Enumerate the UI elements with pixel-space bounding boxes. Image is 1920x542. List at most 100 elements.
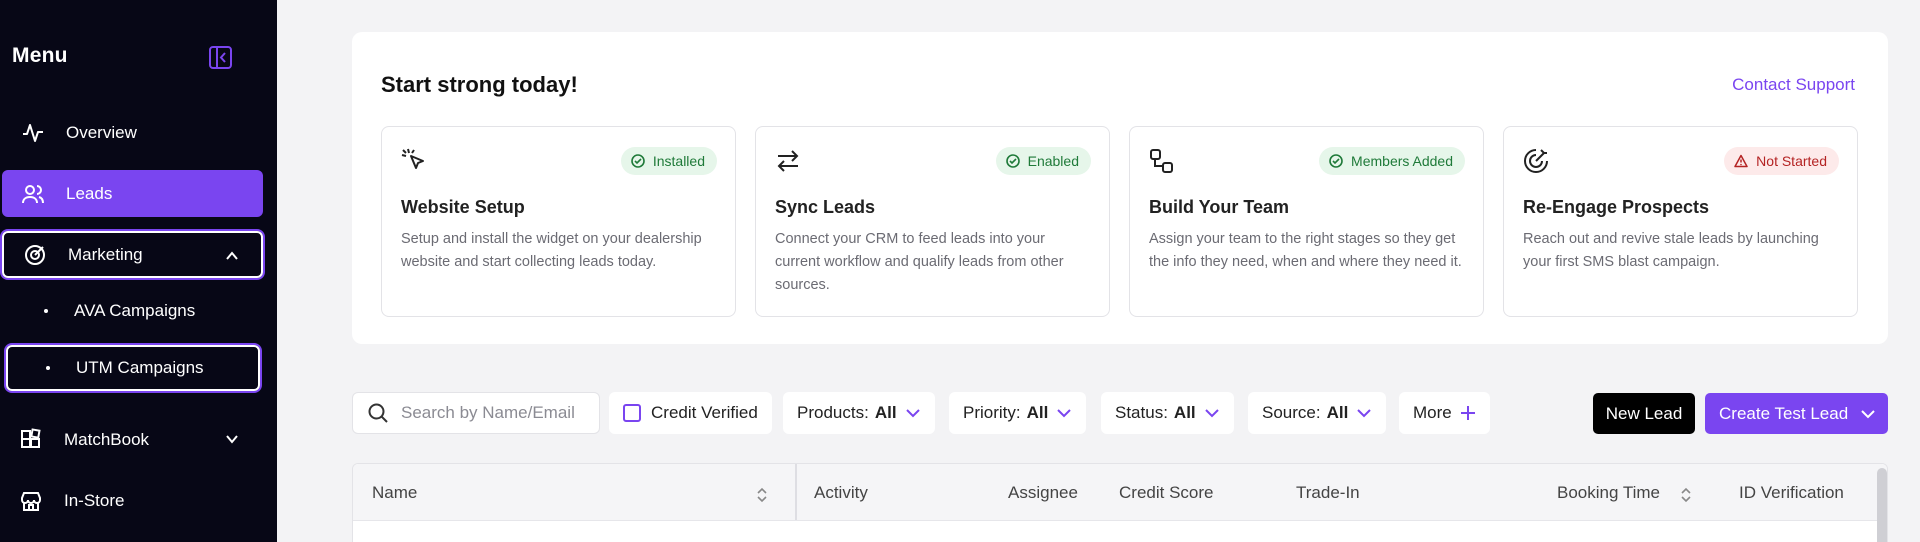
create-test-lead-label: Create Test Lead <box>1719 403 1849 423</box>
column-label: ID Verification <box>1739 483 1844 502</box>
users-icon <box>20 181 46 207</box>
step-card-re-engage-prospects[interactable]: Not Started Re-Engage Prospects Reach ou… <box>1503 126 1858 317</box>
step-description: Reach out and revive stale leads by laun… <box>1523 231 1819 270</box>
chevron-down-icon <box>1356 405 1372 421</box>
column-header-id-verification: ID Verification <box>1739 483 1844 503</box>
filter-value: All <box>1326 403 1349 422</box>
sidebar-item-matchbook[interactable]: MatchBook <box>0 416 261 463</box>
chevron-up-icon <box>223 247 241 265</box>
sidebar-subitem-ava-campaigns[interactable]: AVA Campaigns <box>6 288 260 334</box>
filter-label: Priority: <box>963 403 1021 422</box>
chevron-down-icon <box>905 405 921 421</box>
step-title: Build Your Team <box>1149 197 1290 217</box>
filter-label: Products: <box>797 403 869 422</box>
create-test-lead-button[interactable]: Create Test Lead <box>1705 393 1888 434</box>
badge-label: Members Added <box>1351 153 1453 169</box>
chevron-down-icon <box>223 430 241 448</box>
step-card-website-setup[interactable]: Installed Website Setup Setup and instal… <box>381 126 736 317</box>
search-box <box>352 392 600 434</box>
badge-label: Not Started <box>1756 153 1827 169</box>
check-circle-icon <box>631 154 645 168</box>
column-label: Activity <box>814 483 868 502</box>
grid-icon <box>18 427 44 453</box>
new-lead-button[interactable]: New Lead <box>1593 393 1695 434</box>
filter-value: All <box>1026 403 1049 422</box>
sidebar-item-in-store[interactable]: In-Store <box>0 477 261 524</box>
sidebar-item-label: MatchBook <box>64 429 150 449</box>
sidebar: Menu Overview Leads Marketing AVA Campai… <box>0 0 277 542</box>
leads-table: Name Activity Assignee Credit Score Trad… <box>352 463 1888 542</box>
badge-label: Enabled <box>1027 153 1079 169</box>
filter-value: All <box>874 403 897 422</box>
filter-label: Source: <box>1262 403 1321 422</box>
step-description: Connect your CRM to feed leads into your… <box>775 231 1064 293</box>
nodes-icon <box>1148 147 1176 175</box>
step-title: Sync Leads <box>775 197 876 217</box>
store-icon <box>18 488 44 514</box>
column-label: Assignee <box>1008 483 1078 502</box>
credit-verified-filter[interactable]: Credit Verified <box>609 392 772 434</box>
credit-verified-label: Credit Verified <box>651 403 758 422</box>
column-label: Name <box>372 483 418 502</box>
activity-icon <box>20 120 46 146</box>
sidebar-item-label: Overview <box>66 122 137 142</box>
sidebar-item-label: Marketing <box>68 244 143 264</box>
sidebar-item-leads[interactable]: Leads <box>2 170 263 217</box>
status-badge: Not Started <box>1724 147 1839 175</box>
priority-filter[interactable]: Priority: All <box>949 392 1087 434</box>
sort-icon[interactable] <box>756 484 768 504</box>
cursor-click-icon <box>400 147 428 175</box>
sidebar-subitem-label: UTM Campaigns <box>76 358 204 377</box>
search-icon <box>367 402 389 424</box>
column-header-assignee: Assignee <box>1008 483 1078 503</box>
sort-icon[interactable] <box>1680 484 1692 504</box>
step-title: Re-Engage Prospects <box>1523 197 1710 217</box>
sidebar-subitem-label: AVA Campaigns <box>74 301 196 320</box>
status-badge: Installed <box>620 147 717 175</box>
sidebar-item-overview[interactable]: Overview <box>2 109 263 156</box>
column-header-trade-in: Trade-In <box>1296 483 1360 503</box>
credit-verified-checkbox[interactable] <box>623 404 641 422</box>
column-header-name[interactable]: Name <box>372 483 417 503</box>
step-card-sync-leads[interactable]: Enabled Sync Leads Connect your CRM to f… <box>755 126 1110 317</box>
contact-support-link[interactable]: Contact Support <box>1732 75 1855 95</box>
step-title: Website Setup <box>401 197 525 217</box>
step-description: Assign your team to the right stages so … <box>1149 231 1462 270</box>
filter-label: Status: <box>1115 403 1168 422</box>
target-icon <box>1522 147 1550 175</box>
chevron-down-icon <box>1056 405 1072 421</box>
chevron-down-icon <box>1204 405 1220 421</box>
sidebar-item-label: Leads <box>66 183 113 203</box>
column-label: Booking Time <box>1557 483 1660 502</box>
check-circle-icon <box>1005 154 1020 168</box>
column-label: Trade-In <box>1296 483 1360 502</box>
status-badge: Enabled <box>995 147 1091 175</box>
step-description: Setup and install the widget on your dea… <box>401 231 702 270</box>
sidebar-item-marketing[interactable]: Marketing <box>2 231 263 278</box>
sidebar-subitem-utm-campaigns[interactable]: UTM Campaigns <box>6 345 260 391</box>
column-divider[interactable] <box>795 464 797 520</box>
more-filters-button[interactable]: More <box>1399 392 1490 434</box>
badge-label: Installed <box>652 153 705 169</box>
more-label: More <box>1413 403 1452 422</box>
arrows-swap-icon <box>774 147 802 175</box>
sidebar-item-label: In-Store <box>64 490 125 510</box>
plus-icon <box>1460 405 1476 421</box>
search-input[interactable] <box>401 403 581 423</box>
collapse-sidebar-icon[interactable] <box>208 45 233 70</box>
column-header-activity: Activity <box>814 483 868 503</box>
step-card-build-your-team[interactable]: Members Added Build Your Team Assign you… <box>1129 126 1484 317</box>
source-filter[interactable]: Source: All <box>1248 392 1387 434</box>
onboarding-card: Start strong today! Contact Support Inst… <box>352 32 1888 344</box>
bullet-icon <box>44 309 48 313</box>
column-label: Credit Score <box>1119 483 1214 502</box>
check-circle-icon <box>1329 154 1343 168</box>
table-scrollbar[interactable] <box>1877 468 1887 542</box>
products-filter[interactable]: Products: All <box>783 392 935 434</box>
table-header: Name Activity Assignee Credit Score Trad… <box>353 464 1887 521</box>
bullet-icon <box>46 366 50 370</box>
status-filter[interactable]: Status: All <box>1101 392 1234 434</box>
onboarding-title: Start strong today! <box>381 72 578 97</box>
column-header-booking-time[interactable]: Booking Time <box>1557 483 1660 503</box>
chevron-down-icon <box>1860 406 1876 422</box>
